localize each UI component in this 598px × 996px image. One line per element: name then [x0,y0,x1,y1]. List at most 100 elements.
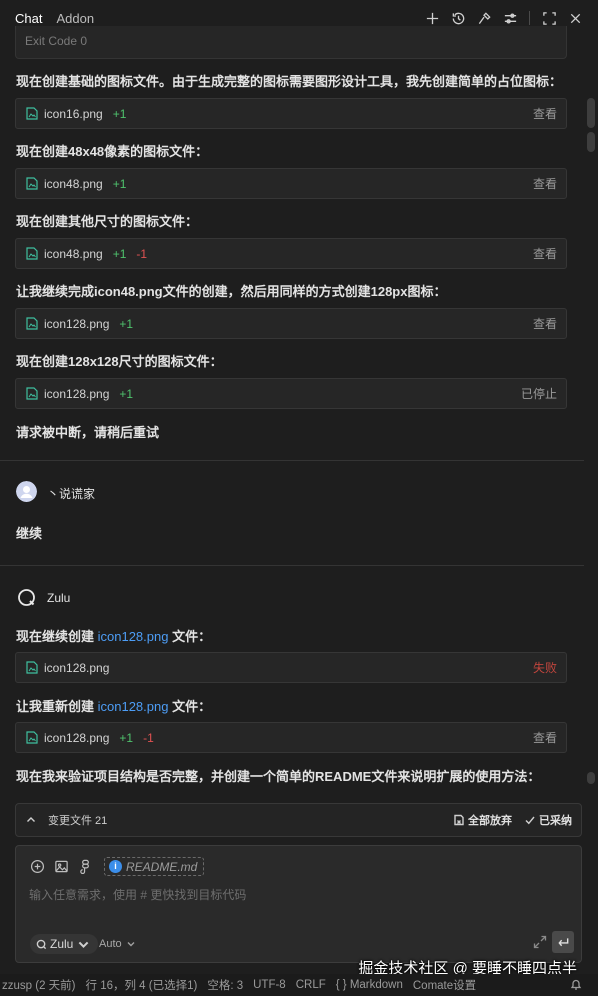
status-line-ending[interactable]: CRLF [296,979,326,991]
mode-selector[interactable]: Auto [99,934,135,954]
file-name: icon128.png [44,660,110,675]
assistant-message: 现在创建48x48像素的图标文件： [16,144,209,159]
bell-icon[interactable] [570,978,582,991]
chevron-down-icon [78,941,89,948]
scrollbar-thumb[interactable] [587,132,595,152]
mode-name: Auto [99,938,122,950]
scrollbar-thumb[interactable] [587,98,595,128]
message-text: 让我重新创建 [16,699,98,714]
file-name: icon48.png [44,246,103,261]
user-name: 丶说谎家 [47,487,96,501]
context-chip-label: README.md [126,859,198,874]
tab-addon[interactable]: Addon [56,11,94,26]
file-change-row[interactable]: icon128.png +1 -1 查看 [15,722,567,753]
file-link[interactable]: icon128.png [98,699,169,714]
image-file-icon [26,177,38,190]
status-indentation[interactable]: 空格: 3 [207,977,243,993]
file-name: icon16.png [44,106,103,121]
file-name: icon128.png [44,730,110,745]
changed-files-bar[interactable]: 变更文件 21 全部放弃 已采纳 [15,803,582,837]
add-context-icon[interactable] [30,859,46,875]
image-file-icon [26,247,38,260]
view-button[interactable]: 查看 [533,729,557,746]
file-name: icon128.png [44,386,110,401]
assistant-message: 让我重新创建 icon128.png 文件： [16,696,211,715]
message-text: 现在继续创建 [16,629,98,644]
header-separator [529,11,530,25]
changed-files-label: 变更文件 21 [48,815,108,827]
tab-chat[interactable]: Chat [15,11,42,26]
image-file-icon [26,731,38,744]
lines-added: +1 [119,316,134,331]
message-text: 文件： [168,699,212,714]
model-selector[interactable]: Zulu [30,934,99,954]
lines-added: +1 [112,176,127,191]
chat-input-placeholder[interactable]: 输入任意需求，使用 # 更快找到目标代码 [29,886,246,903]
user-message: 继续 [16,526,43,541]
expand-icon[interactable] [533,935,547,949]
chevron-up-icon[interactable] [26,815,36,825]
discard-all-button[interactable]: 全部放弃 [468,812,512,828]
assistant-message: 让我继续完成icon48.png文件的创建，然后用同样的方式创建128px图标： [16,284,447,299]
status-encoding[interactable]: UTF-8 [253,979,286,991]
view-button[interactable]: 查看 [533,315,557,332]
enter-icon [557,937,568,946]
status-language-mode[interactable]: { } Markdown [336,979,403,991]
file-change-row[interactable]: icon48.png +1 查看 [15,168,567,199]
status-cursor-position[interactable]: 行 16，列 4 (已选择1) [86,977,198,993]
image-file-icon [26,661,38,674]
message-divider [0,460,584,461]
status-comate-settings[interactable]: Comate设置 [413,977,476,993]
send-button[interactable] [552,931,574,953]
chat-input-box[interactable]: i README.md 输入任意需求，使用 # 更快找到目标代码 Zulu Au… [15,845,582,963]
chevron-down-icon [127,942,135,947]
lines-added: +1 [112,246,127,261]
file-change-row[interactable]: icon48.png +1 -1 查看 [15,238,567,269]
assistant-name: Zulu [47,591,71,605]
assistant-message: 现在创建128x128尺寸的图标文件： [16,354,223,369]
image-file-icon [26,387,38,400]
assistant-message: 现在我来验证项目结构是否完整，并创建一个简单的README文件来说明扩展的使用方… [16,769,541,784]
check-icon [525,816,535,825]
context-chip[interactable]: i README.md [104,857,205,876]
input-toolbar: i README.md [30,857,205,876]
lines-removed: -1 [136,246,148,261]
assistant-message: 现在继续创建 icon128.png 文件： [16,626,211,645]
view-button[interactable]: 查看 [533,245,557,262]
image-icon[interactable] [54,859,70,875]
status-bar: zzusp (2 天前) 行 16，列 4 (已选择1) 空格: 3 UTF-8… [0,974,598,996]
model-name: Zulu [50,937,74,951]
lines-added: +1 [119,730,134,745]
file-change-row[interactable]: icon128.png +1 查看 [15,308,567,339]
view-button[interactable]: 查看 [533,175,557,192]
assistant-message: 现在创建其他尺寸的图标文件： [16,214,199,229]
lines-added: +1 [112,106,127,121]
file-change-row[interactable]: icon16.png +1 查看 [15,98,567,129]
failed-status: 失败 [532,661,557,675]
file-change-row[interactable]: icon128.png +1 已停止 [15,378,567,409]
file-name: icon128.png [44,316,110,331]
stopped-status: 已停止 [520,387,557,401]
terminal-output: Exit Code 0 [15,26,567,59]
file-link[interactable]: icon128.png [98,629,169,644]
view-button[interactable]: 查看 [533,105,557,122]
lines-removed: -1 [143,730,154,745]
assistant-message: 现在创建基础的图标文件。由于生成完整的图标需要图形设计工具，我先创建简单的占位图… [16,74,563,89]
file-change-row[interactable]: icon128.png 失败 [15,652,567,683]
chat-scrollbar[interactable] [583,36,598,800]
image-file-icon [26,317,38,330]
image-file-icon [26,107,38,120]
lines-added: +1 [119,386,134,401]
file-name: icon48.png [44,176,103,191]
scrollbar-thumb[interactable] [587,772,595,784]
accept-all-button[interactable]: 已采纳 [539,812,572,828]
status-git-blame[interactable]: zzusp (2 天前) [2,977,76,993]
zulu-icon [36,939,47,949]
message-text: 文件： [168,629,212,644]
zulu-logo-icon [18,589,35,606]
user-avatar [16,481,37,502]
error-message: 请求被中断，请稍后重试 [16,425,160,440]
chat-content: Exit Code 0 现在创建基础的图标文件。由于生成完整的图标需要图形设计工… [0,26,598,800]
discard-icon [454,814,464,826]
figma-icon[interactable] [78,859,94,875]
